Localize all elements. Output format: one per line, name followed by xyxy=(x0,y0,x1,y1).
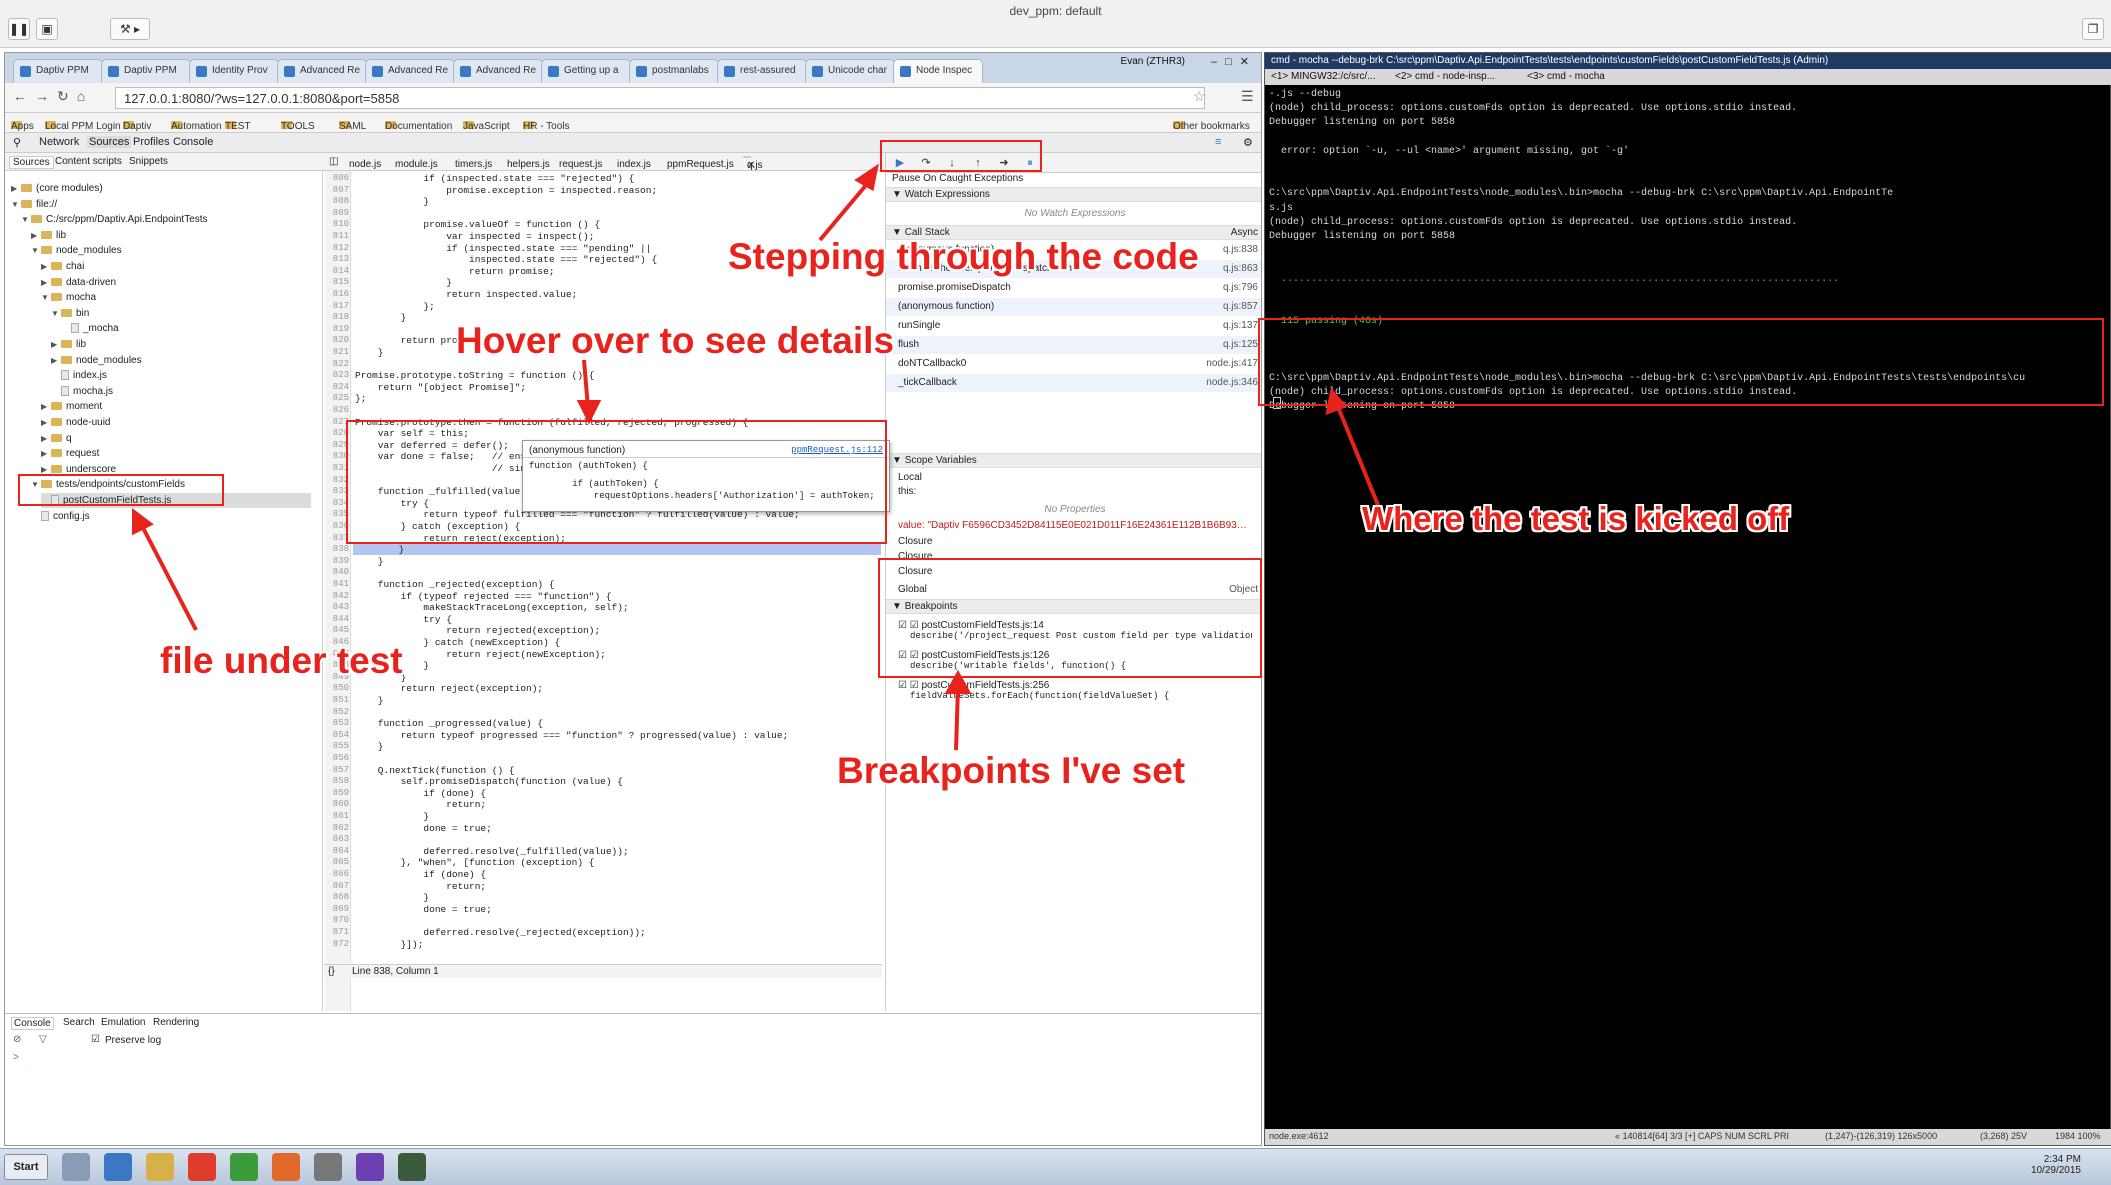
annotation-stepping: Stepping through the code xyxy=(728,236,1199,277)
annotation-breakpoints: Breakpoints I've set xyxy=(837,750,1186,791)
taskbar-app-icon[interactable] xyxy=(188,1153,216,1181)
taskbar-app-icon[interactable] xyxy=(230,1153,258,1181)
taskbar-app-icon[interactable] xyxy=(146,1153,174,1181)
taskbar-app-icon[interactable] xyxy=(314,1153,342,1181)
taskbar-app-icon[interactable] xyxy=(62,1153,90,1181)
annotation-hover: Hover over to see details xyxy=(456,320,895,361)
taskbar-app-icon[interactable] xyxy=(356,1153,384,1181)
taskbar-app-icon[interactable] xyxy=(398,1153,426,1181)
os-taskbar: Start 2:34 PM 10/29/2015 xyxy=(0,1148,2111,1185)
annotation-arrows xyxy=(132,163,1382,751)
clock-time: 2:34 PM xyxy=(2043,1154,2081,1165)
taskbar-app-icon[interactable] xyxy=(104,1153,132,1181)
system-clock[interactable]: 2:34 PM 10/29/2015 xyxy=(2031,1154,2081,1176)
start-button[interactable]: Start xyxy=(4,1154,48,1180)
annotation-kicked: Where the test is kicked off xyxy=(1362,500,1790,537)
annotation-file: file under test xyxy=(160,640,403,681)
clock-date: 10/29/2015 xyxy=(2030,1165,2081,1176)
taskbar-app-icon[interactable] xyxy=(272,1153,300,1181)
